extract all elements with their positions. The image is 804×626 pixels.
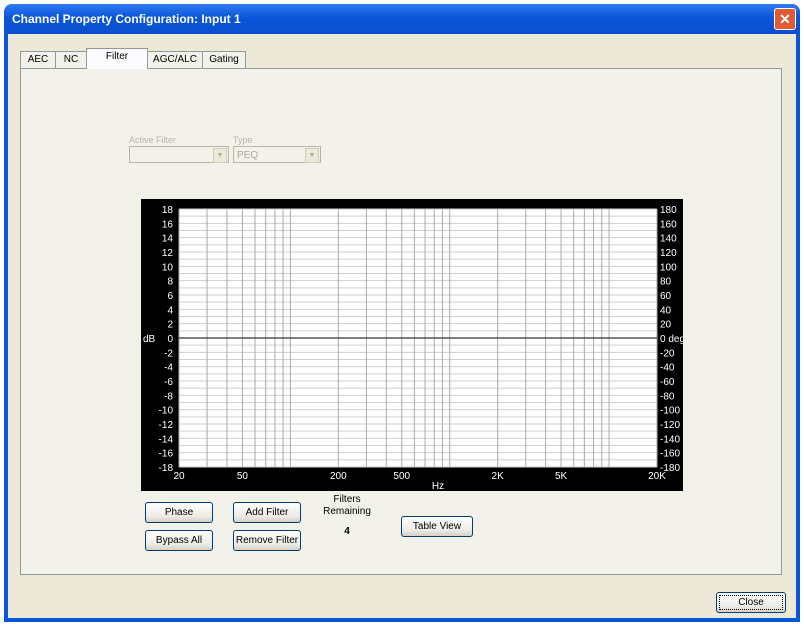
db-tick-label: -8 — [164, 391, 173, 402]
type-select[interactable]: PEQ ▼ — [233, 146, 321, 163]
tab-aec[interactable]: AEC — [20, 51, 56, 69]
db-tick-label: 16 — [162, 219, 174, 230]
db-tick-label: 4 — [167, 305, 173, 316]
table-view-button[interactable]: Table View — [401, 516, 473, 537]
freq-tick-label: 20 — [173, 471, 185, 482]
phase-button[interactable]: Phase — [145, 502, 213, 523]
phase-tick-label: 80 — [660, 277, 672, 288]
phase-tick-label: 0 deg. — [660, 334, 683, 345]
freq-axis-title: Hz — [432, 481, 444, 491]
tab-agc-alc[interactable]: AGC/ALC — [147, 51, 203, 69]
active-filter-select[interactable]: ▼ — [129, 146, 229, 163]
phase-tick-label: -120 — [660, 420, 680, 431]
db-tick-label: 8 — [167, 277, 173, 288]
frequency-response-plot: 18 16 14 12 10 8 6 4 2 0 -2 -4 -6 -8 -10 -12 -14 -16 -18 18… — [141, 199, 688, 492]
filter-tab-panel: Active Filter ▼ Type PEQ ▼ 18 16 14 12 10 8 6 4… — [20, 68, 782, 575]
type-value: PEQ — [237, 150, 259, 161]
db-tick-label: -12 — [159, 420, 174, 431]
phase-tick-label: -100 — [660, 406, 680, 417]
freq-tick-label: 200 — [330, 471, 347, 482]
phase-tick-label: -20 — [660, 348, 675, 359]
phase-tick-label: 60 — [660, 291, 672, 302]
phase-tick-label: 40 — [660, 305, 672, 316]
db-tick-label: 0 — [167, 334, 173, 345]
title-bar[interactable]: Channel Property Configuration: Input 1 … — [4, 4, 800, 34]
db-tick-label: 18 — [162, 205, 174, 216]
phase-tick-label: 160 — [660, 219, 677, 230]
db-axis-title: dB — [143, 334, 156, 345]
db-tick-label: -14 — [159, 434, 174, 445]
bypass-all-button[interactable]: Bypass All — [145, 530, 213, 551]
db-tick-label: 10 — [162, 262, 174, 273]
phase-tick-label: 100 — [660, 262, 677, 273]
filters-remaining-count: 4 — [344, 526, 350, 537]
chevron-down-icon[interactable]: ▼ — [305, 148, 319, 163]
db-tick-label: -6 — [164, 377, 173, 388]
db-tick-label: 14 — [162, 234, 174, 245]
chevron-down-icon[interactable]: ▼ — [213, 148, 227, 163]
db-tick-label: -18 — [159, 463, 174, 474]
phase-tick-label: -140 — [660, 434, 680, 445]
db-tick-label: -16 — [159, 449, 174, 460]
db-tick-label: 12 — [162, 248, 174, 259]
phase-tick-label: 140 — [660, 234, 677, 245]
dialog-client-area: AEC NC Filter AGC/ALC Gating Active Filt… — [8, 34, 796, 618]
phase-tick-label: -60 — [660, 377, 675, 388]
db-tick-label: -4 — [164, 363, 173, 374]
add-filter-button[interactable]: Add Filter — [233, 502, 301, 523]
freq-tick-label: 2K — [492, 471, 505, 482]
phase-tick-label: 20 — [660, 320, 672, 331]
tab-filter[interactable]: Filter — [86, 48, 148, 69]
phase-tick-label: -160 — [660, 449, 680, 460]
filters-remaining-label-line1: Filters — [333, 494, 361, 505]
phase-tick-label: 120 — [660, 248, 677, 259]
phase-tick-label: -80 — [660, 391, 675, 402]
phase-tick-label: 180 — [660, 205, 677, 216]
db-tick-label: -10 — [159, 406, 174, 417]
type-label: Type — [233, 135, 253, 145]
active-filter-label: Active Filter — [129, 135, 177, 145]
freq-tick-label: 20K — [648, 471, 666, 482]
tab-nc[interactable]: NC — [55, 51, 87, 69]
window-title: Channel Property Configuration: Input 1 — [12, 12, 241, 26]
tab-gating[interactable]: Gating — [202, 51, 246, 69]
db-tick-label: 2 — [167, 320, 173, 331]
filters-remaining-label-line2: Remaining — [323, 506, 371, 517]
window-close-button[interactable]: ✕ — [774, 8, 796, 30]
freq-tick-label: 5K — [555, 471, 568, 482]
db-tick-label: -2 — [164, 348, 173, 359]
remove-filter-button[interactable]: Remove Filter — [233, 530, 301, 551]
close-button[interactable]: Close — [716, 592, 786, 613]
phase-tick-label: -40 — [660, 363, 675, 374]
frequency-response-graph: 181614121086420-2-4-6-8-10-12-14-16-1818… — [143, 205, 688, 492]
freq-tick-label: 50 — [237, 471, 249, 482]
dialog-window: Channel Property Configuration: Input 1 … — [4, 4, 800, 622]
freq-tick-label: 500 — [393, 471, 410, 482]
db-tick-label: 6 — [167, 291, 173, 302]
